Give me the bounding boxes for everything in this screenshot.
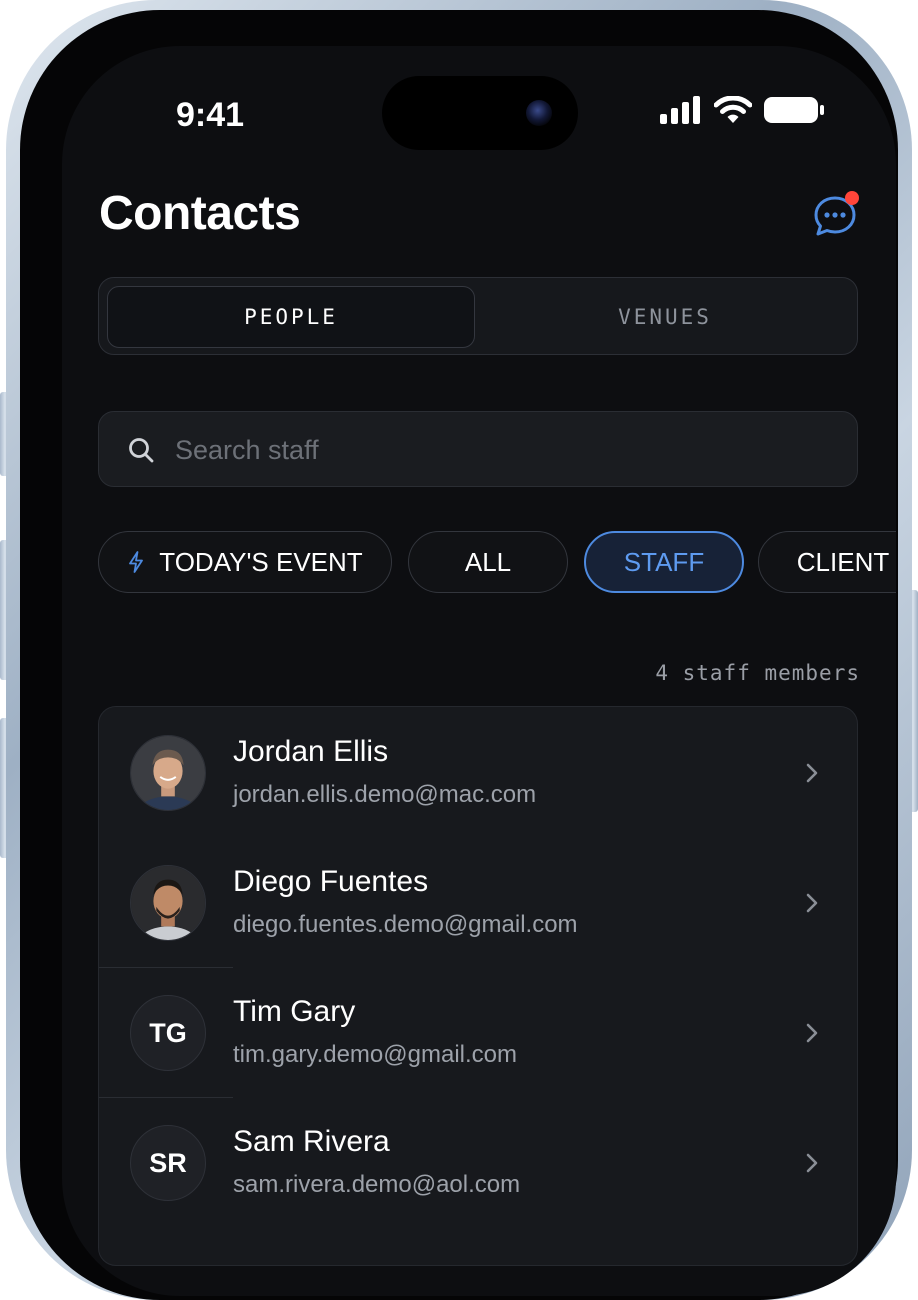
filter-todays-event-label: TODAY'S EVENT [159,546,363,577]
search-input[interactable] [173,426,817,474]
phone-bezel: 9:41 Contacts PEOPLE VENUES Search staff… [20,10,898,1300]
contact-row[interactable]: TG Tim Gary tim.gary.demo@gmail.com [99,967,857,1097]
search-icon [129,438,154,463]
filter-client[interactable]: CLIENT [758,531,896,593]
avatar [130,865,206,941]
filter-staff-label: STAFF [623,546,705,577]
contact-name: Jordan Ellis [233,735,389,768]
chevron-right-icon [806,1153,818,1173]
tab-venues[interactable]: VENUES [477,286,853,348]
filter-all-label: ALL [464,546,512,577]
contact-email: tim.gary.demo@gmail.com [233,1041,517,1068]
lightning-icon [129,551,144,573]
avatar: TG [130,995,206,1071]
tab-people[interactable]: PEOPLE [107,286,475,348]
chevron-right-icon [806,1023,818,1043]
status-icons [660,96,826,124]
contact-email: sam.rivera.demo@aol.com [233,1171,521,1198]
front-camera [526,100,552,126]
avatar [130,735,206,811]
chevron-right-icon [806,763,818,783]
filter-client-label: CLIENT [796,546,890,577]
page-title: Contacts [99,187,301,240]
filter-todays-event[interactable]: TODAY'S EVENT [98,531,392,593]
contact-email: diego.fuentes.demo@gmail.com [233,911,578,938]
avatar-photo [131,866,205,940]
contact-row[interactable]: Jordan Ellis jordan.ellis.demo@mac.com [99,707,857,837]
contact-name: Tim Gary [233,995,356,1028]
chevron-right-icon [806,893,818,913]
messages-button[interactable] [810,190,860,240]
contact-email: jordan.ellis.demo@mac.com [233,781,537,808]
contact-name: Sam Rivera [233,1125,390,1158]
staff-count: 4 staff members [655,661,860,685]
screen: 9:41 Contacts PEOPLE VENUES Search staff… [62,46,896,1296]
phone-frame: 9:41 Contacts PEOPLE VENUES Search staff… [6,0,912,1300]
avatar-photo [131,736,205,810]
people-venues-segmented-control: PEOPLE VENUES [98,277,858,355]
contact-row[interactable]: Diego Fuentes diego.fuentes.demo@gmail.c… [99,837,857,967]
contact-list: Jordan Ellis jordan.ellis.demo@mac.com D… [98,706,858,1266]
cellular-signal-icon [660,96,700,124]
battery-icon [764,97,824,123]
contact-name: Diego Fuentes [233,865,429,898]
search-bar[interactable] [98,411,858,487]
contact-row[interactable]: SR Sam Rivera sam.rivera.demo@aol.com [99,1097,857,1227]
wifi-icon [714,96,752,123]
filter-all[interactable]: ALL [408,531,568,593]
avatar: SR [130,1125,206,1201]
avatar-initials: SR [149,1147,187,1178]
filter-staff[interactable]: STAFF [584,531,744,593]
status-time: 9:41 [176,96,245,134]
notification-dot-icon [845,191,859,205]
avatar-initials: TG [149,1017,187,1048]
